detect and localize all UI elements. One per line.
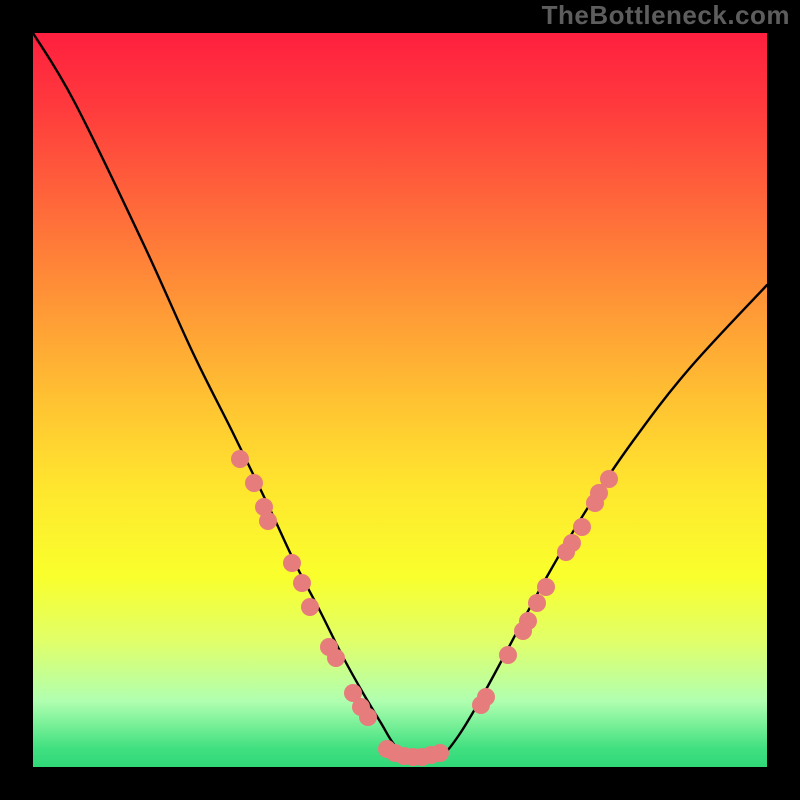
data-marker — [499, 646, 517, 664]
data-marker — [301, 598, 319, 616]
bottleneck-curve-svg — [33, 33, 767, 767]
watermark-text: TheBottleneck.com — [542, 0, 790, 31]
data-marker — [573, 518, 591, 536]
data-marker — [519, 612, 537, 630]
data-markers — [231, 450, 618, 766]
data-marker — [327, 649, 345, 667]
data-marker — [600, 470, 618, 488]
bottleneck-curve — [33, 33, 767, 758]
data-marker — [537, 578, 555, 596]
data-marker — [477, 688, 495, 706]
data-marker — [293, 574, 311, 592]
data-marker — [245, 474, 263, 492]
chart-frame: TheBottleneck.com — [0, 0, 800, 800]
data-marker — [431, 744, 449, 762]
plot-area — [33, 33, 767, 767]
data-marker — [231, 450, 249, 468]
data-marker — [359, 708, 377, 726]
data-marker — [528, 594, 546, 612]
data-marker — [283, 554, 301, 572]
data-marker — [563, 534, 581, 552]
data-marker — [259, 512, 277, 530]
